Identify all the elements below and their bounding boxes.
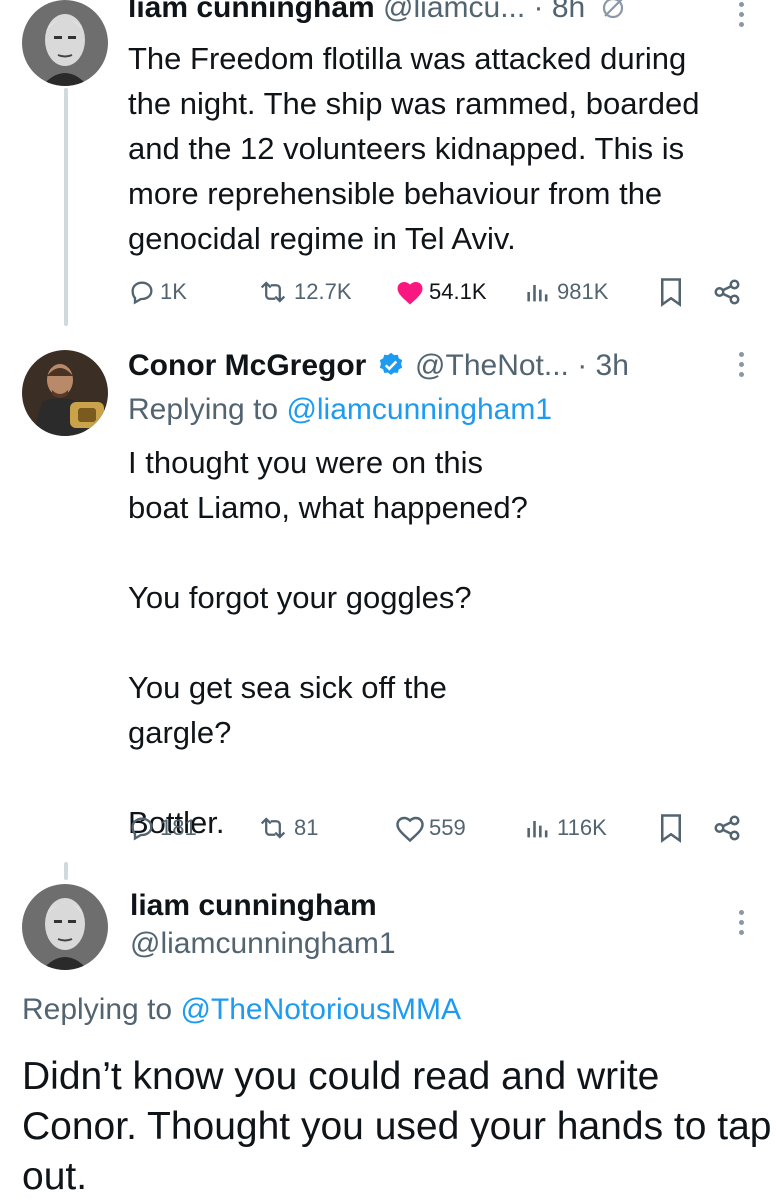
thread-line-top xyxy=(64,88,68,326)
views-icon xyxy=(527,821,548,838)
tweet-text: The Freedom flotilla was attacked during… xyxy=(128,36,768,261)
reply-button[interactable]: 181 xyxy=(128,808,197,848)
avatar[interactable] xyxy=(22,0,108,86)
avatar[interactable] xyxy=(22,884,108,970)
edited-icon xyxy=(600,0,626,30)
tweet-text-line: and the 12 volunteers kidnapped. This is xyxy=(128,131,685,166)
share-button[interactable] xyxy=(712,272,742,312)
tweet-text: I thought you were on this boat Liamo, w… xyxy=(128,440,528,845)
like-count: 559 xyxy=(429,815,466,840)
replying-to-label: Replying to xyxy=(22,993,173,1026)
tweet-text-line: the night. The ship was rammed, boarded xyxy=(128,86,700,121)
avatar-image xyxy=(22,0,108,86)
author-name[interactable]: liam cunningham xyxy=(130,889,377,922)
tweet-text-line: genocidal regime in Tel Aviv. xyxy=(128,221,516,256)
author-name[interactable]: liam cunningham xyxy=(128,0,375,24)
avatar-image xyxy=(22,884,108,970)
reply-button[interactable]: 1K xyxy=(128,272,187,312)
tweet-header: liam cunningham @liamcu... · 8h xyxy=(128,0,626,30)
views-count: 981K xyxy=(557,279,609,304)
author-handle[interactable]: @TheNot... xyxy=(415,349,569,382)
views-button[interactable]: 981K xyxy=(523,272,608,312)
thread-line-middle xyxy=(64,862,68,880)
more-icon[interactable] xyxy=(739,352,745,382)
heart-icon xyxy=(396,816,424,842)
tweet-time[interactable]: · 8h xyxy=(534,0,586,24)
bookmark-icon xyxy=(661,278,681,307)
replying-to: Replying to @liamcunningham1 xyxy=(128,392,552,428)
replying-to: Replying to @TheNotoriousMMA xyxy=(22,992,461,1028)
tweet-header: Conor McGregor @TheNot... · 3h xyxy=(128,348,629,388)
tweet-paragraph: I thought you were on this boat Liamo, w… xyxy=(128,445,528,525)
like-count: 54.1K xyxy=(429,279,487,304)
views-count: 116K xyxy=(557,815,607,840)
more-icon[interactable] xyxy=(739,2,745,32)
views-icon xyxy=(527,285,548,302)
like-button[interactable]: 559 xyxy=(395,808,466,848)
author-handle[interactable]: @liamcunningham1 xyxy=(130,927,396,960)
author-handle[interactable]: @liamcu... xyxy=(383,0,525,24)
tweet-actions: 1K 12.7K 54.1K 981K xyxy=(128,272,768,312)
tweet-paragraph: You forgot your goggles? xyxy=(128,580,472,615)
heart-icon xyxy=(397,282,423,305)
author-name[interactable]: Conor McGregor xyxy=(128,349,366,382)
share-button[interactable] xyxy=(712,808,742,848)
tweet-text-line: more reprehensible behaviour from the xyxy=(128,176,663,211)
bookmark-icon xyxy=(661,814,681,843)
more-icon[interactable] xyxy=(739,910,745,940)
reply-count: 181 xyxy=(160,815,197,840)
author-name-row: liam cunningham xyxy=(130,888,377,924)
reply-icon xyxy=(131,817,153,841)
author-handle-row: @liamcunningham1 xyxy=(130,926,396,962)
repost-icon xyxy=(260,817,286,839)
replying-to-label: Replying to xyxy=(128,393,279,426)
avatar[interactable] xyxy=(22,350,108,436)
bookmark-button[interactable] xyxy=(658,808,684,848)
like-button[interactable]: 54.1K xyxy=(395,272,487,312)
reply-count: 1K xyxy=(160,279,187,304)
avatar-image xyxy=(22,350,108,436)
tweet-actions: 181 81 559 116K xyxy=(128,808,768,848)
tweet-text: Didn’t know you could read and write Con… xyxy=(22,1055,772,1198)
share-icon xyxy=(714,815,740,841)
replying-to-handle[interactable]: @TheNotoriousMMA xyxy=(180,993,461,1026)
reply-icon xyxy=(131,281,153,305)
bookmark-button[interactable] xyxy=(658,272,684,312)
replying-to-handle[interactable]: @liamcunningham1 xyxy=(286,393,552,426)
repost-count: 12.7K xyxy=(294,279,352,304)
tweet-text-line: The Freedom flotilla was attacked during xyxy=(128,41,687,76)
repost-icon xyxy=(260,281,286,303)
views-button[interactable]: 116K xyxy=(523,808,607,848)
verified-badge-icon xyxy=(377,351,405,388)
share-icon xyxy=(714,279,740,305)
repost-count: 81 xyxy=(294,815,319,840)
tweet-paragraph: You get sea sick off the gargle? xyxy=(128,670,447,750)
repost-button[interactable]: 12.7K xyxy=(256,272,352,312)
tweet-time[interactable]: · 3h xyxy=(577,349,629,382)
repost-button[interactable]: 81 xyxy=(256,808,318,848)
